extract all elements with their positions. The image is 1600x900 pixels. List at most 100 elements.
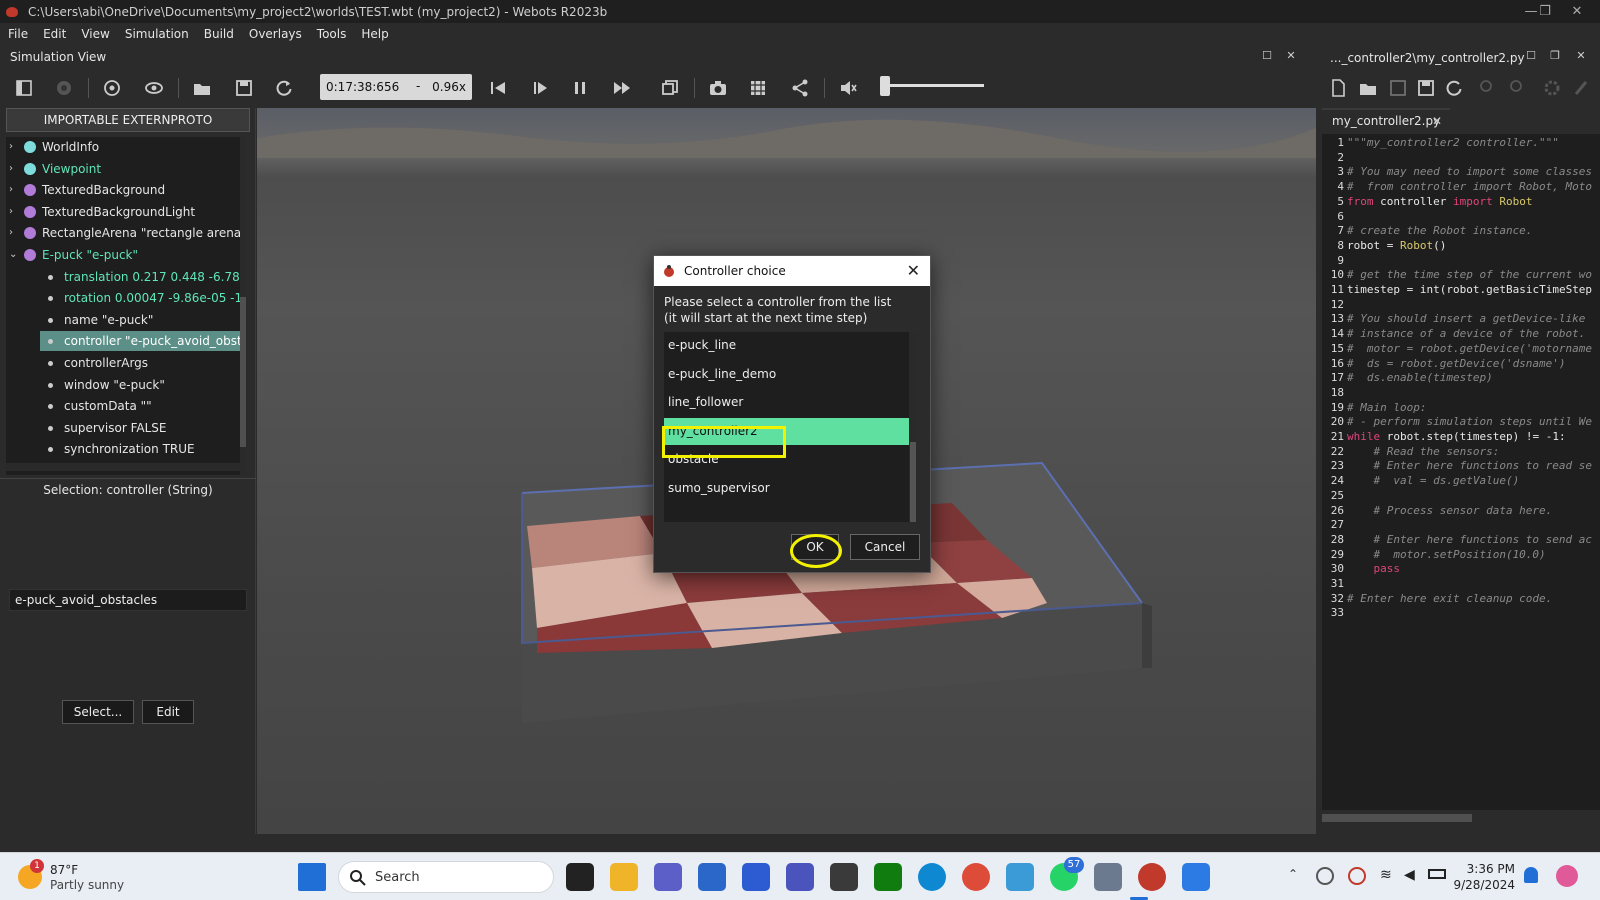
clock[interactable]: 3:36 PM 9/28/2024 — [1433, 861, 1515, 893]
controller-list-item[interactable]: e-puck_line_demo — [664, 361, 909, 388]
scene-tree-node[interactable]: ⌄ E-puck "e-puck" — [6, 245, 246, 265]
editor-close-icon[interactable]: ✕ — [1574, 49, 1588, 63]
menu-overlays[interactable]: Overlays — [241, 27, 309, 41]
scene-tree-horizontal-scrollbar[interactable] — [6, 463, 240, 471]
sync-icon[interactable] — [1348, 867, 1366, 885]
open-file-icon[interactable] — [1356, 76, 1380, 100]
teams-icon[interactable] — [654, 863, 682, 891]
scene-tree-node[interactable]: › TexturedBackground — [6, 180, 246, 200]
maps-icon[interactable] — [1006, 863, 1034, 891]
mute-sound-icon[interactable] — [836, 76, 860, 100]
menu-simulation[interactable]: Simulation — [117, 27, 196, 41]
tray-overflow-icon[interactable]: ⌃ — [1288, 867, 1298, 881]
new-file-icon[interactable] — [1326, 76, 1350, 100]
controller-value-field[interactable]: e-puck_avoid_obstacles — [9, 589, 247, 611]
editor-float-icon[interactable]: ☐ — [1524, 49, 1538, 63]
save-world-icon[interactable] — [232, 76, 256, 100]
scene-tree-field[interactable]: window "e-puck" — [6, 375, 246, 395]
scene-tree-field[interactable]: rotation 0.00047 -9.86e-05 -1 2.7 — [6, 288, 246, 308]
whatsapp-icon[interactable]: 57 — [1050, 857, 1084, 891]
scene-tree-field[interactable]: name "e-puck" — [6, 310, 246, 330]
controller-list-item[interactable]: sumo_supervisor — [664, 475, 909, 502]
scene-tree-field[interactable]: supervisor FALSE — [6, 418, 246, 438]
controller-list-item[interactable]: line_follower — [664, 389, 909, 416]
scene-tree-node[interactable]: › TexturedBackgroundLight — [6, 202, 246, 222]
resource-monitor-icon[interactable] — [1094, 863, 1122, 891]
menu-file[interactable]: File — [0, 27, 35, 41]
unity-icon[interactable] — [830, 863, 858, 891]
editor-tab-close-icon[interactable]: ✕ — [1432, 110, 1442, 132]
file-explorer-icon[interactable] — [610, 863, 638, 891]
controller-list-item[interactable]: e-puck_line — [664, 332, 909, 359]
build-gear-icon[interactable] — [1540, 76, 1564, 100]
editor-horizontal-scrollbar[interactable] — [1322, 814, 1472, 822]
volume-slider-handle[interactable] — [880, 76, 890, 96]
screenshot-camera-icon[interactable] — [706, 76, 730, 100]
scene-tree-node[interactable]: › Viewpoint — [6, 159, 246, 179]
pause-icon[interactable] — [568, 76, 592, 100]
teams-work-icon[interactable] — [786, 863, 814, 891]
scene-tree-field[interactable]: controller "e-puck_avoid_obstacles" — [40, 331, 246, 352]
close-window-button[interactable]: ✕ — [1554, 0, 1600, 23]
save-file-icon[interactable] — [1386, 76, 1410, 100]
edit-controller-button[interactable]: Edit — [142, 700, 194, 724]
revert-icon[interactable] — [1442, 76, 1466, 100]
expand-arrow-icon[interactable]: › — [9, 137, 13, 157]
menu-build[interactable]: Build — [196, 27, 241, 41]
step-icon[interactable] — [528, 76, 552, 100]
cancel-button[interactable]: Cancel — [850, 534, 920, 560]
select-controller-button[interactable]: Select... — [62, 700, 134, 724]
toggle-scene-tree-icon[interactable] — [12, 76, 36, 100]
add-node-icon[interactable] — [52, 76, 76, 100]
mathpad-icon[interactable] — [742, 863, 770, 891]
importable-externproto-button[interactable]: IMPORTABLE EXTERNPROTO — [6, 108, 250, 132]
expand-arrow-icon[interactable]: › — [9, 180, 13, 200]
expand-arrow-open-icon[interactable]: ⌄ — [9, 245, 17, 265]
open-world-icon[interactable] — [190, 76, 214, 100]
editor-tab[interactable]: my_controller2.py ✕ — [1322, 108, 1450, 132]
expand-arrow-icon[interactable]: › — [9, 159, 13, 179]
volume-icon[interactable]: ◀ — [1404, 867, 1415, 883]
webots-taskbar-icon[interactable] — [1138, 863, 1166, 891]
windows-start-icon[interactable] — [298, 863, 326, 891]
paint-icon[interactable] — [1182, 863, 1210, 891]
wifi-icon[interactable]: ≋ — [1380, 867, 1392, 883]
close-panel-icon[interactable]: ✕ — [1284, 49, 1298, 63]
record-movie-icon[interactable] — [746, 76, 770, 100]
scene-tree-field[interactable]: customData "" — [6, 396, 246, 416]
replace-icon[interactable] — [1506, 76, 1530, 100]
editor-restore-icon[interactable]: ❐ — [1548, 49, 1562, 63]
visibility-eye-icon[interactable] — [142, 76, 166, 100]
scene-tree-node[interactable]: › RectangleArena "rectangle arena" — [6, 223, 246, 243]
store-icon[interactable] — [698, 863, 726, 891]
rendering-toggle-icon[interactable] — [658, 76, 682, 100]
expand-arrow-icon[interactable]: › — [9, 202, 13, 222]
controller-list-scrollbar[interactable] — [909, 332, 917, 522]
chrome-icon[interactable] — [962, 863, 990, 891]
reload-world-icon[interactable] — [272, 76, 296, 100]
copilot-icon[interactable] — [1556, 865, 1578, 887]
scene-tree-field[interactable]: controllerArgs — [6, 353, 246, 373]
scene-tree-node[interactable]: › WorldInfo — [6, 137, 246, 157]
reset-view-icon[interactable] — [100, 76, 124, 100]
expand-arrow-icon[interactable]: › — [9, 223, 13, 243]
menu-edit[interactable]: Edit — [35, 27, 73, 41]
xbox-icon[interactable] — [874, 863, 902, 891]
volume-slider-track[interactable] — [884, 84, 984, 87]
taskbar-search[interactable]: Search — [338, 861, 554, 893]
save-as-icon[interactable] — [1414, 76, 1438, 100]
menu-help[interactable]: Help — [353, 27, 395, 41]
scene-tree-field[interactable]: translation 0.217 0.448 -6.78e-05 — [6, 267, 246, 287]
task-view-icon[interactable] — [566, 863, 594, 891]
scene-tree-field[interactable]: synchronization TRUE — [6, 439, 246, 459]
clean-broom-icon[interactable] — [1570, 76, 1594, 100]
float-panel-icon[interactable]: ☐ — [1260, 49, 1274, 63]
scene-tree-scrollbar[interactable] — [240, 137, 246, 475]
notification-bell-icon[interactable] — [1524, 867, 1538, 883]
dialog-close-icon[interactable]: ✕ — [907, 261, 920, 280]
onedrive-icon[interactable] — [1316, 867, 1334, 885]
edge-icon[interactable] — [918, 863, 946, 891]
find-icon[interactable] — [1476, 76, 1500, 100]
menu-tools[interactable]: Tools — [309, 27, 354, 41]
menu-view[interactable]: View — [73, 27, 116, 41]
